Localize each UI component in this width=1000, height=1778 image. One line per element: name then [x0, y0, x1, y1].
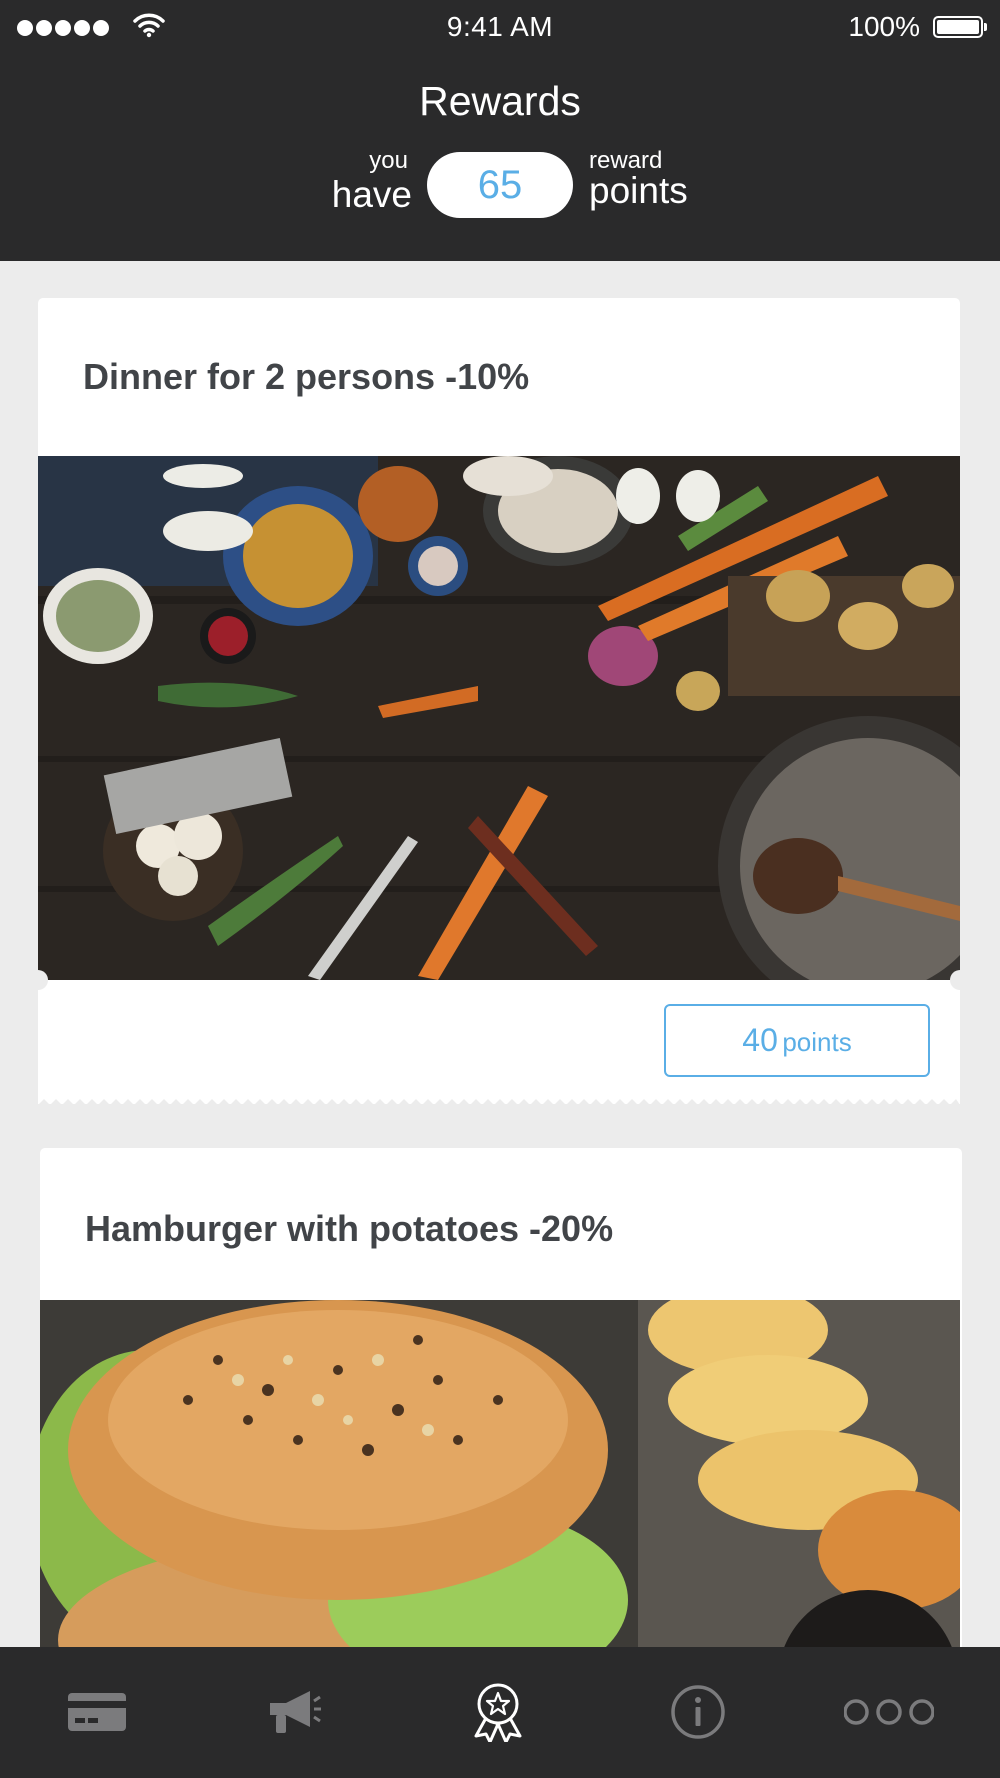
points-cost: 40	[742, 1022, 778, 1058]
card-icon	[68, 1693, 126, 1731]
points-summary: you have 65 reward points	[0, 142, 1000, 222]
battery-icon	[933, 16, 987, 38]
more-icon	[844, 1699, 934, 1725]
reward-card[interactable]: Dinner for 2 persons -10% 40 points	[28, 298, 970, 1105]
megaphone-icon	[270, 1691, 321, 1733]
app-header: 9:41 AM 100% Rewards you have 65 reward …	[0, 0, 1000, 261]
tab-rewards[interactable]	[458, 1677, 538, 1747]
ticket-notch	[28, 970, 48, 990]
info-icon	[671, 1685, 725, 1739]
ticket-notch	[950, 970, 970, 990]
battery-percent: 100%	[848, 11, 920, 42]
you-label: you	[369, 147, 408, 174]
reward-photo-vegetables	[38, 456, 960, 980]
tab-bar	[0, 1647, 1000, 1778]
redeem-points-button[interactable]: 40 points	[664, 1004, 930, 1077]
tab-info[interactable]	[658, 1677, 738, 1747]
tab-news[interactable]	[254, 1677, 334, 1747]
reward-title: Dinner for 2 persons -10%	[83, 356, 530, 397]
reward-card[interactable]: Hamburger with potatoes -20%	[40, 1148, 962, 1708]
award-icon	[474, 1683, 522, 1742]
ticket-edge	[38, 1099, 960, 1105]
points-unit: points	[782, 1027, 852, 1057]
have-label: have	[331, 174, 412, 215]
points-label: points	[589, 170, 688, 211]
page-title: Rewards	[419, 78, 581, 124]
status-bar: 9:41 AM 100%	[0, 0, 1000, 56]
tab-cards[interactable]	[57, 1677, 137, 1747]
reward-title: Hamburger with potatoes -20%	[85, 1208, 614, 1249]
tab-more[interactable]	[844, 1677, 934, 1747]
points-balance-badge: 65	[427, 152, 573, 218]
